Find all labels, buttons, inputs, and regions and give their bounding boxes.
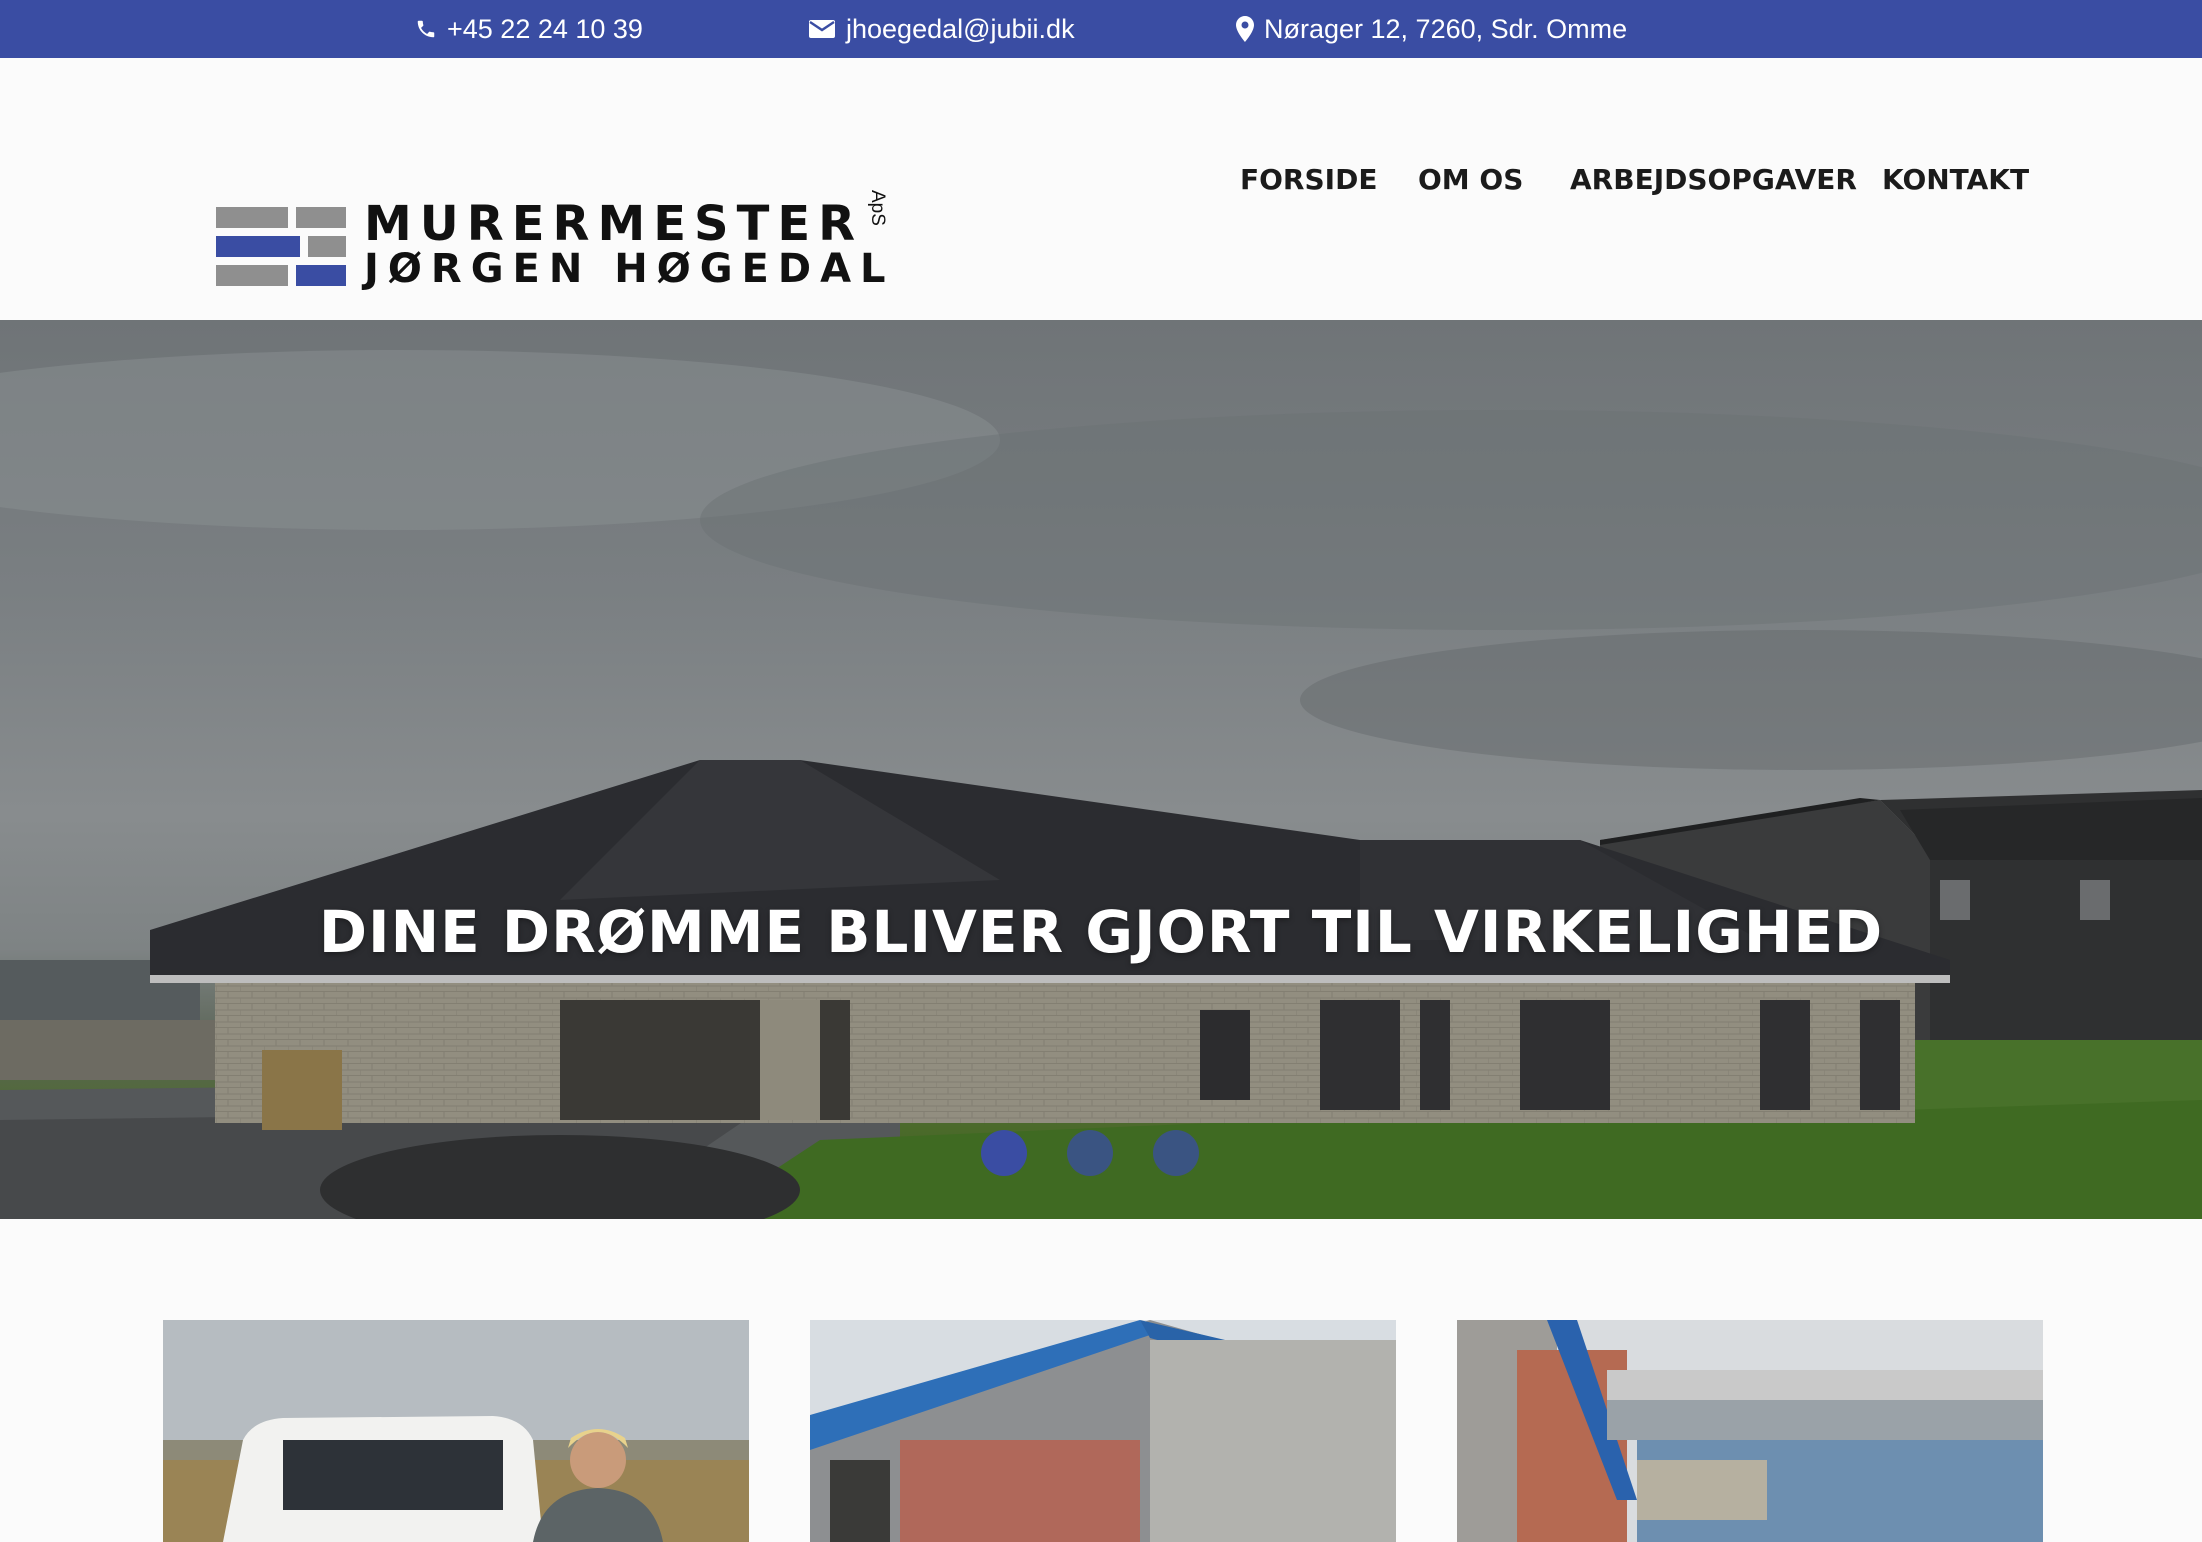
site-header: MURERMESTER JØRGEN HØGEDAL ApS FORSIDE O… xyxy=(0,58,2202,320)
nav-kontakt[interactable]: KONTAKT xyxy=(1882,150,2029,210)
card-photo-brickwork xyxy=(810,1320,1396,1542)
slider-dot-2[interactable] xyxy=(1067,1130,1113,1176)
phone-icon xyxy=(417,20,435,38)
email-text: jhoegedal@jubii.dk xyxy=(846,13,1075,44)
nav-forside[interactable]: FORSIDE xyxy=(1240,150,1377,210)
logo-line-2: JØRGEN HØGEDAL xyxy=(364,246,895,292)
brick xyxy=(308,236,346,257)
main-navigation: FORSIDE OM OS ARBEJDSOPGAVER KONTAKT xyxy=(0,150,2202,210)
slider-dot-1[interactable] xyxy=(981,1130,1027,1176)
brick xyxy=(216,236,300,257)
card-photo-van xyxy=(163,1320,749,1542)
slider-dot-3[interactable] xyxy=(1153,1130,1199,1176)
hero-slider: DINE DRØMME BLIVER GJORT TIL VIRKELIGHED xyxy=(0,320,2202,1219)
map-pin-icon xyxy=(1236,16,1254,42)
phone-contact[interactable]: +45 22 24 10 39 xyxy=(415,0,643,58)
hero-title: DINE DRØMME BLIVER GJORT TIL VIRKELIGHED xyxy=(318,898,1884,966)
phone-text: +45 22 24 10 39 xyxy=(447,13,643,44)
brick xyxy=(296,265,346,286)
address-contact[interactable]: Nørager 12, 7260, Sdr. Omme xyxy=(1236,0,1627,58)
brick xyxy=(216,265,288,286)
card-image-1[interactable] xyxy=(163,1320,749,1542)
top-contact-bar: +45 22 24 10 39 jhoegedal@jubii.dk Nørag… xyxy=(0,0,2202,58)
brick xyxy=(216,207,288,228)
hero-background-image xyxy=(0,350,2202,1219)
brick xyxy=(296,207,346,228)
card-image-2[interactable] xyxy=(810,1320,1396,1542)
nav-om-os[interactable]: OM OS xyxy=(1418,150,1523,210)
address-text: Nørager 12, 7260, Sdr. Omme xyxy=(1264,13,1628,44)
card-photo-construction xyxy=(1457,1320,2043,1542)
card-image-3[interactable] xyxy=(1457,1320,2043,1542)
email-contact[interactable]: jhoegedal@jubii.dk xyxy=(808,0,1075,58)
envelope-icon xyxy=(809,20,835,38)
nav-arbejdsopgaver[interactable]: ARBEJDSOPGAVER xyxy=(1570,150,1857,210)
